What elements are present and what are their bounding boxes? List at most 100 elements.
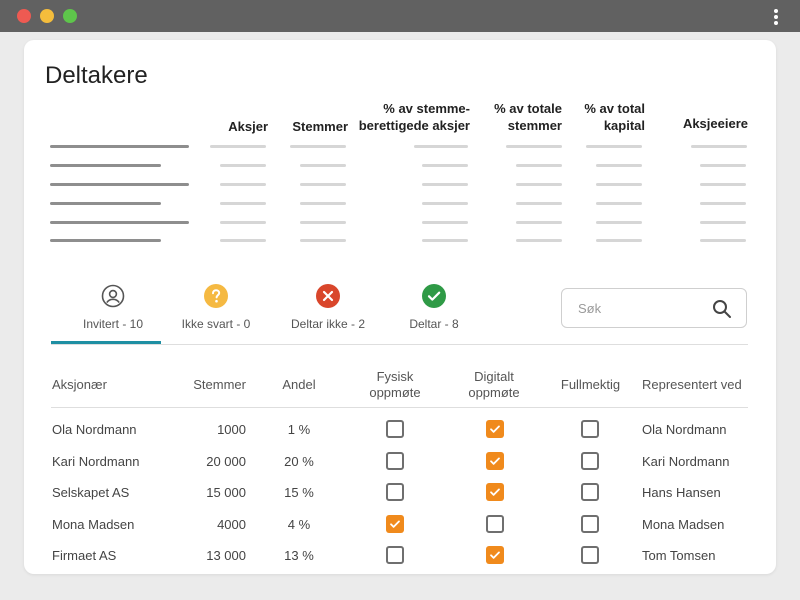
cell-stemmer: 4000: [217, 516, 246, 532]
skeleton-bar: [422, 221, 468, 224]
summary-header-pct-total-kapital: % av total kapital: [572, 100, 645, 134]
skeleton-bar: [596, 239, 642, 242]
skeleton-bar: [516, 202, 562, 205]
table-row: Ola Nordmann 1000 1 % Ola Nordmann: [24, 414, 776, 445]
summary-header-line: kapital: [603, 118, 645, 133]
tab-deltar[interactable]: Deltar - 8: [379, 284, 489, 344]
tab-ikke-svart[interactable]: Ikke svart - 0: [161, 284, 271, 344]
checkbox-fysisk-oppmote[interactable]: [386, 483, 404, 501]
checkbox-fysisk-oppmote[interactable]: [386, 514, 404, 533]
x-circle-icon: [316, 284, 340, 308]
skeleton-bar: [50, 145, 189, 148]
search-icon[interactable]: [712, 299, 732, 319]
checkbox-fysisk-oppmote[interactable]: [386, 451, 404, 470]
skeleton-bar: [300, 183, 346, 186]
skeleton-bar: [586, 145, 642, 148]
checkbox-fullmektig[interactable]: [581, 420, 599, 438]
skeleton-bar: [300, 221, 346, 224]
skeleton-bar: [700, 221, 746, 224]
checkbox-fullmektig[interactable]: [581, 514, 599, 533]
skeleton-bar: [422, 239, 468, 242]
summary-header-line: % av stemme-: [383, 101, 470, 116]
skeleton-bar: [691, 145, 747, 148]
more-options-icon[interactable]: [774, 9, 778, 25]
skeleton-bar: [220, 183, 266, 186]
table-row: Kari Nordmann 20 000 20 % Kari Nordmann: [24, 446, 776, 477]
skeleton-bar: [700, 202, 746, 205]
cell-aksjonaer: Selskapet AS: [52, 485, 130, 500]
column-header-andel: Andel: [282, 377, 316, 392]
close-window-button[interactable]: [17, 9, 31, 23]
table-row: Mona Madsen 4000 4 % Mona Madsen: [24, 509, 776, 540]
skeleton-bar: [220, 164, 266, 167]
column-header-line: Digitalt: [474, 369, 514, 384]
cell-andel: 15 %: [284, 485, 314, 500]
tab-label: Invitert - 10: [82, 317, 144, 331]
tab-deltar-ikke[interactable]: Deltar ikke - 2: [273, 284, 383, 344]
summary-header-aksjeeiere: Aksjeeiere: [682, 116, 748, 131]
skeleton-bar: [506, 145, 562, 148]
minimize-window-button[interactable]: [40, 9, 54, 23]
tab-label: Deltar - 8: [409, 317, 459, 331]
column-header-fullmektig: Fullmektig: [560, 377, 621, 392]
skeleton-bar: [700, 183, 746, 186]
tab-invitert[interactable]: Invitert - 10: [58, 284, 168, 344]
checkbox-digitalt-oppmote[interactable]: [486, 483, 504, 501]
skeleton-bar: [220, 221, 266, 224]
checkbox-fullmektig[interactable]: [581, 483, 599, 501]
tab-divider: [51, 344, 748, 345]
column-header-line: oppmøte: [369, 385, 421, 400]
checkbox-fullmektig[interactable]: [581, 451, 599, 470]
summary-header-line: % av total: [584, 101, 645, 116]
skeleton-bar: [50, 239, 161, 242]
checkbox-fysisk-oppmote[interactable]: [386, 546, 404, 564]
column-header-representert-ved: Representert ved: [642, 377, 742, 392]
skeleton-bar: [516, 239, 562, 242]
cell-stemmer: 20 000: [206, 453, 246, 469]
table-header-divider: [51, 407, 748, 408]
skeleton-bar: [210, 145, 266, 148]
summary-header-line: berettigede aksjer: [358, 118, 470, 133]
check-circle-icon: [422, 284, 446, 308]
skeleton-bar: [700, 164, 746, 167]
checkbox-digitalt-oppmote[interactable]: [486, 514, 504, 533]
skeleton-bar: [596, 202, 642, 205]
summary-header-line: % av totale: [494, 101, 562, 116]
cell-andel: 13 %: [284, 548, 314, 563]
cell-aksjonaer: Kari Nordmann: [52, 453, 140, 469]
cell-representert-ved: Tom Tomsen: [642, 548, 716, 563]
skeleton-bar: [220, 239, 266, 242]
person-circle-icon: [101, 284, 125, 308]
summary-header-stemmer: Stemmer: [292, 119, 348, 134]
skeleton-bar: [300, 239, 346, 242]
table-row: Selskapet AS 15 000 15 % Hans Hansen: [24, 477, 776, 508]
checkbox-digitalt-oppmote[interactable]: [486, 420, 504, 438]
table-row: Firmaet AS 13 000 13 % Tom Tomsen: [24, 540, 776, 571]
summary-header-pct-totale-stemmer: % av totale stemmer: [484, 100, 562, 134]
cell-stemmer: 13 000: [206, 548, 246, 563]
checkbox-fullmektig[interactable]: [581, 546, 599, 564]
skeleton-bar: [516, 221, 562, 224]
checkbox-digitalt-oppmote[interactable]: [486, 451, 504, 470]
cell-stemmer: 1000: [217, 422, 246, 437]
participants-card: Deltakere Aksjer Stemmer % av stemme- be…: [24, 40, 776, 574]
skeleton-bar: [596, 183, 642, 186]
skeleton-bar: [596, 164, 642, 167]
column-header-line: oppmøte: [468, 385, 520, 400]
checkbox-digitalt-oppmote[interactable]: [486, 546, 504, 564]
cell-andel: 20 %: [284, 453, 314, 469]
skeleton-bar: [50, 183, 189, 186]
cell-stemmer: 15 000: [206, 485, 246, 500]
skeleton-bar: [300, 164, 346, 167]
summary-header-line: stemmer: [507, 118, 562, 133]
column-header-fysisk-oppmote: Fysisk oppmøte: [355, 369, 435, 401]
maximize-window-button[interactable]: [63, 9, 77, 23]
summary-header-aksjer: Aksjer: [228, 119, 268, 134]
search-input[interactable]: [578, 299, 708, 317]
column-header-line: Fysisk: [376, 369, 414, 384]
checkbox-fysisk-oppmote[interactable]: [386, 420, 404, 438]
skeleton-bar: [290, 145, 346, 148]
cell-aksjonaer: Ola Nordmann: [52, 422, 137, 437]
column-header-aksjonaer: Aksjonær: [52, 377, 107, 392]
cell-aksjonaer: Mona Madsen: [52, 516, 135, 532]
